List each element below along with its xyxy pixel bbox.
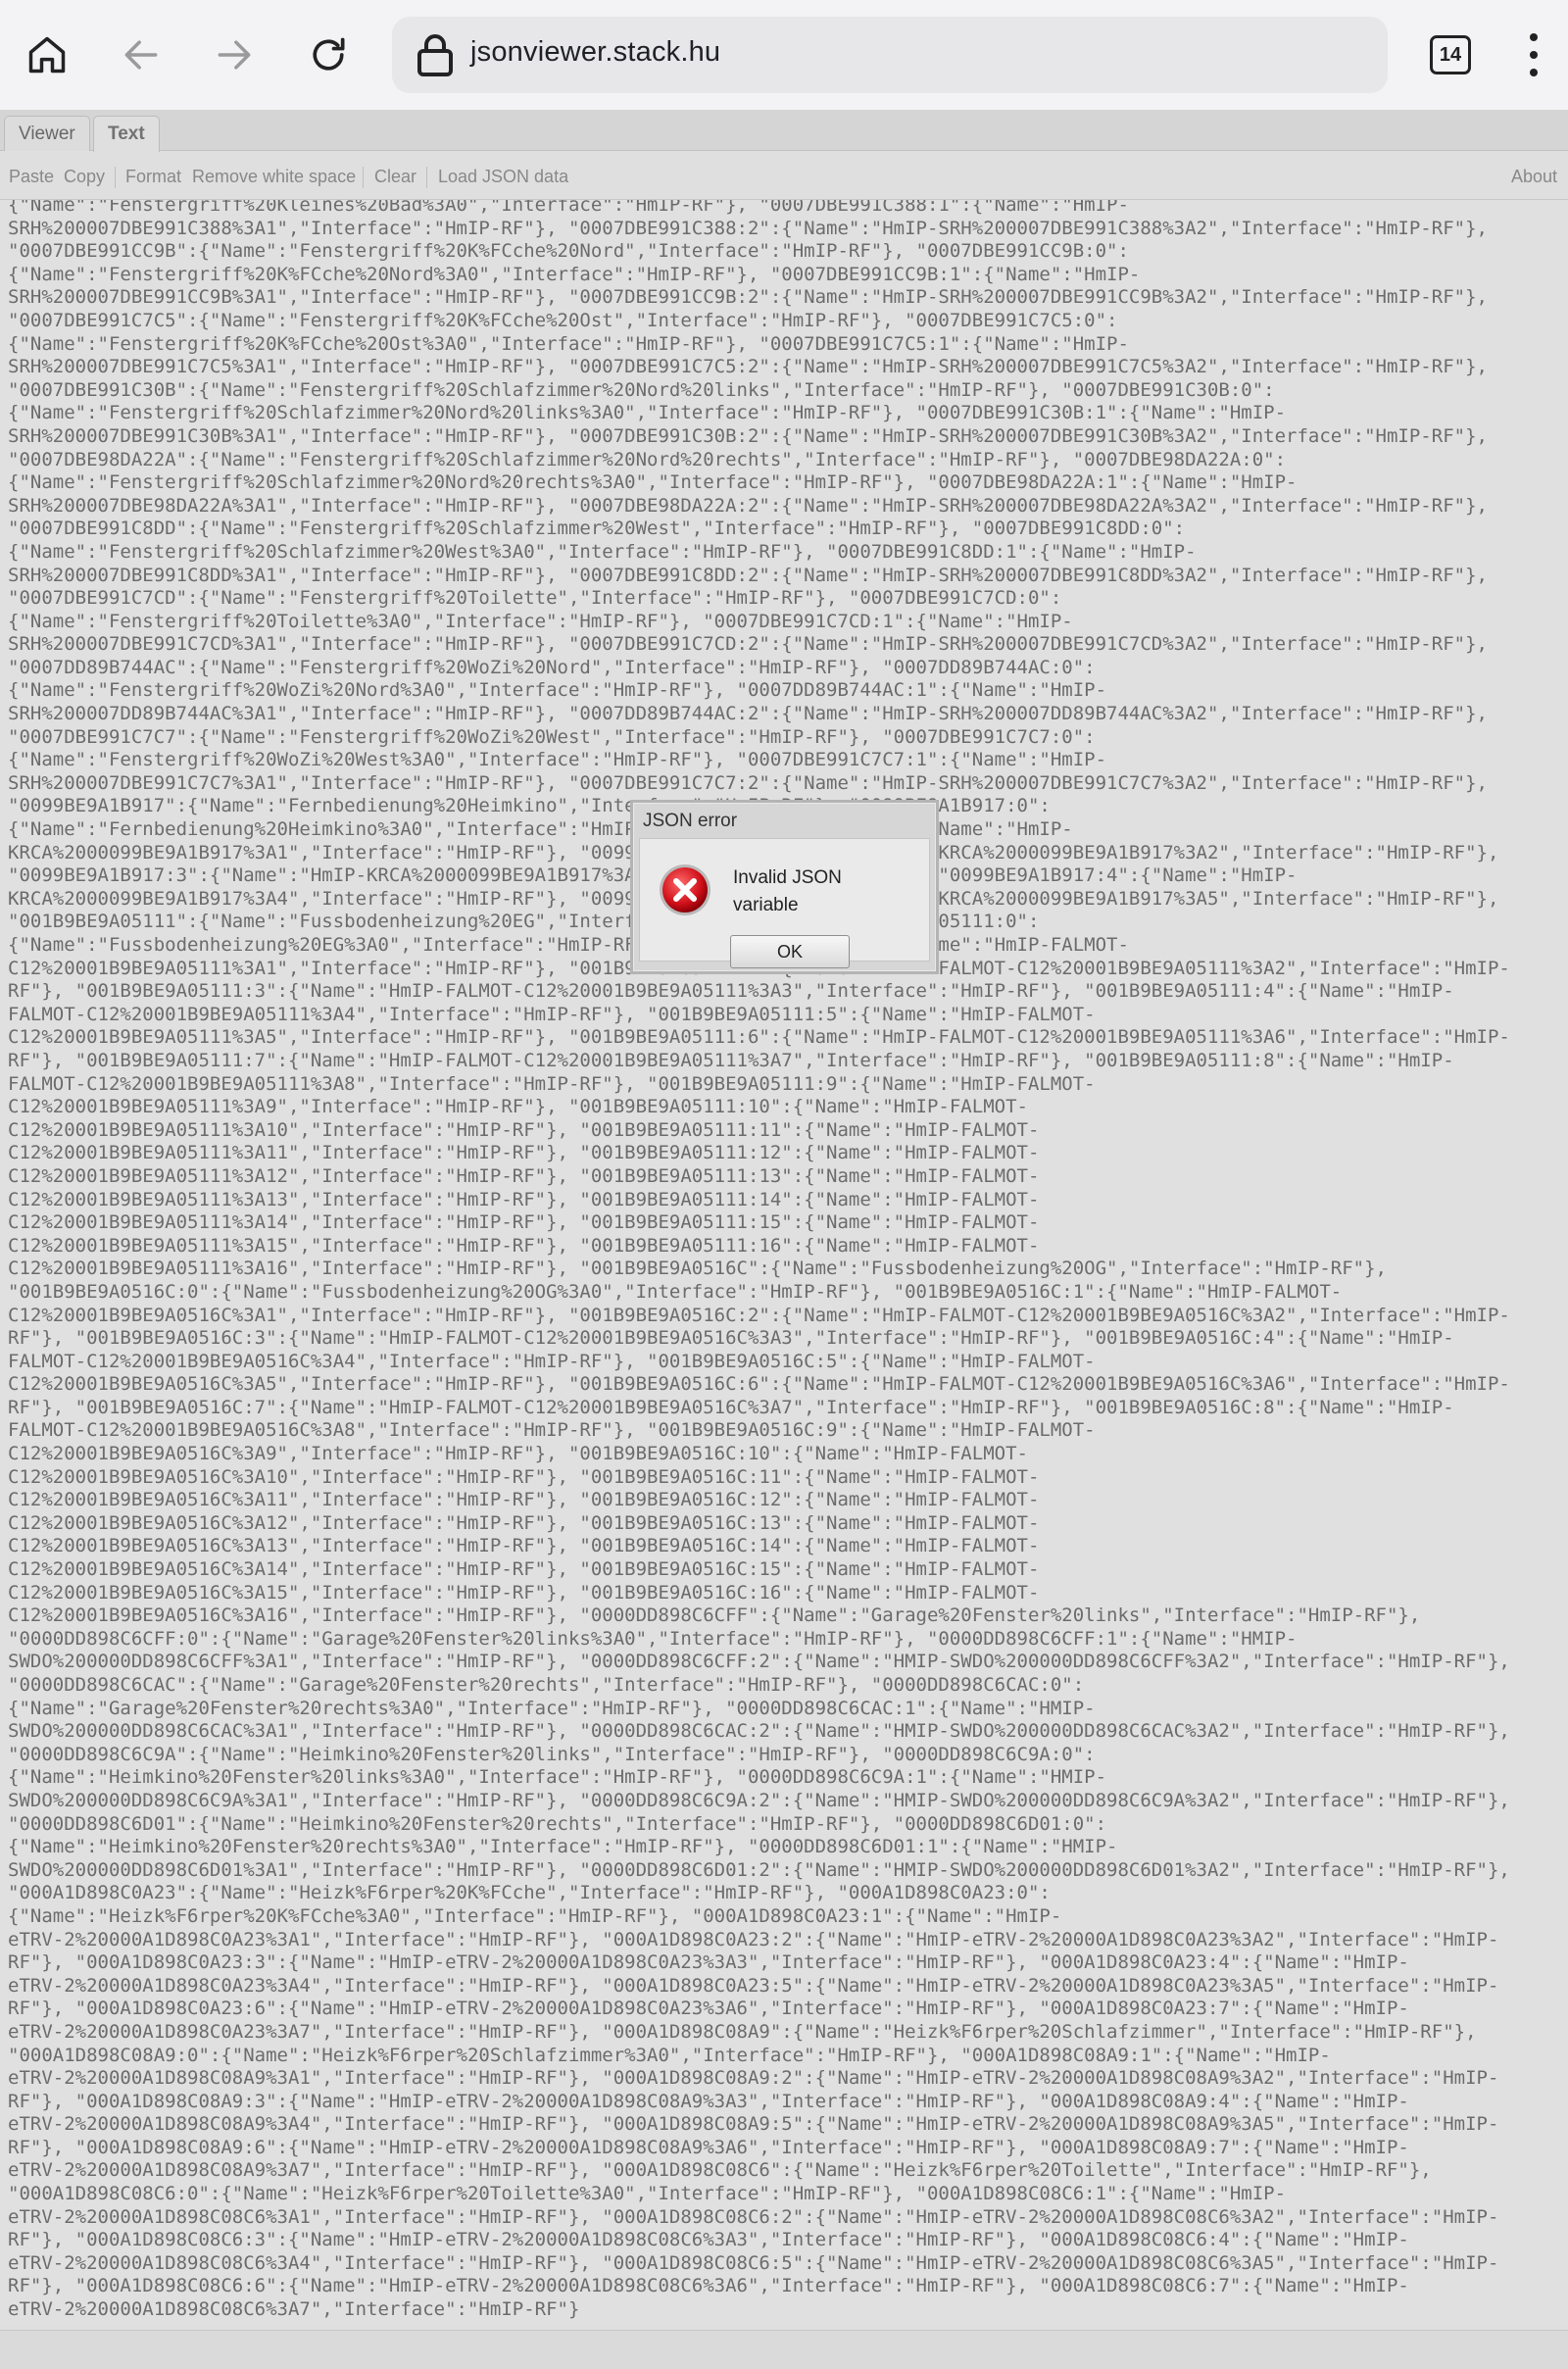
dialog-title: JSON error — [643, 811, 738, 831]
browser-toolbar: jsonviewer.stack.hu 14 — [0, 0, 1568, 110]
home-button[interactable] — [16, 24, 78, 86]
forward-arrow-icon — [218, 40, 251, 70]
modal-overlay — [0, 110, 1568, 2369]
forward-button[interactable] — [203, 24, 266, 86]
url-text: jsonviewer.stack.hu — [470, 36, 721, 68]
back-arrow-icon — [124, 40, 158, 70]
tab-switcher-icon[interactable]: 14 — [1430, 35, 1471, 74]
ok-button[interactable]: OK — [730, 935, 850, 968]
dialog-message: Invalid JSON variable — [733, 867, 842, 915]
dialog-body: Invalid JSON variable OK — [639, 838, 930, 968]
more-menu-icon[interactable] — [1514, 29, 1553, 80]
home-icon — [28, 36, 66, 74]
lock-icon — [417, 34, 453, 76]
error-icon — [660, 864, 710, 915]
reload-button[interactable] — [297, 24, 360, 86]
reload-icon — [313, 37, 345, 71]
back-button[interactable] — [110, 24, 172, 86]
json-error-dialog: JSON error Invalid JSON variable OK — [630, 800, 939, 974]
address-bar[interactable]: jsonviewer.stack.hu — [392, 17, 1388, 93]
